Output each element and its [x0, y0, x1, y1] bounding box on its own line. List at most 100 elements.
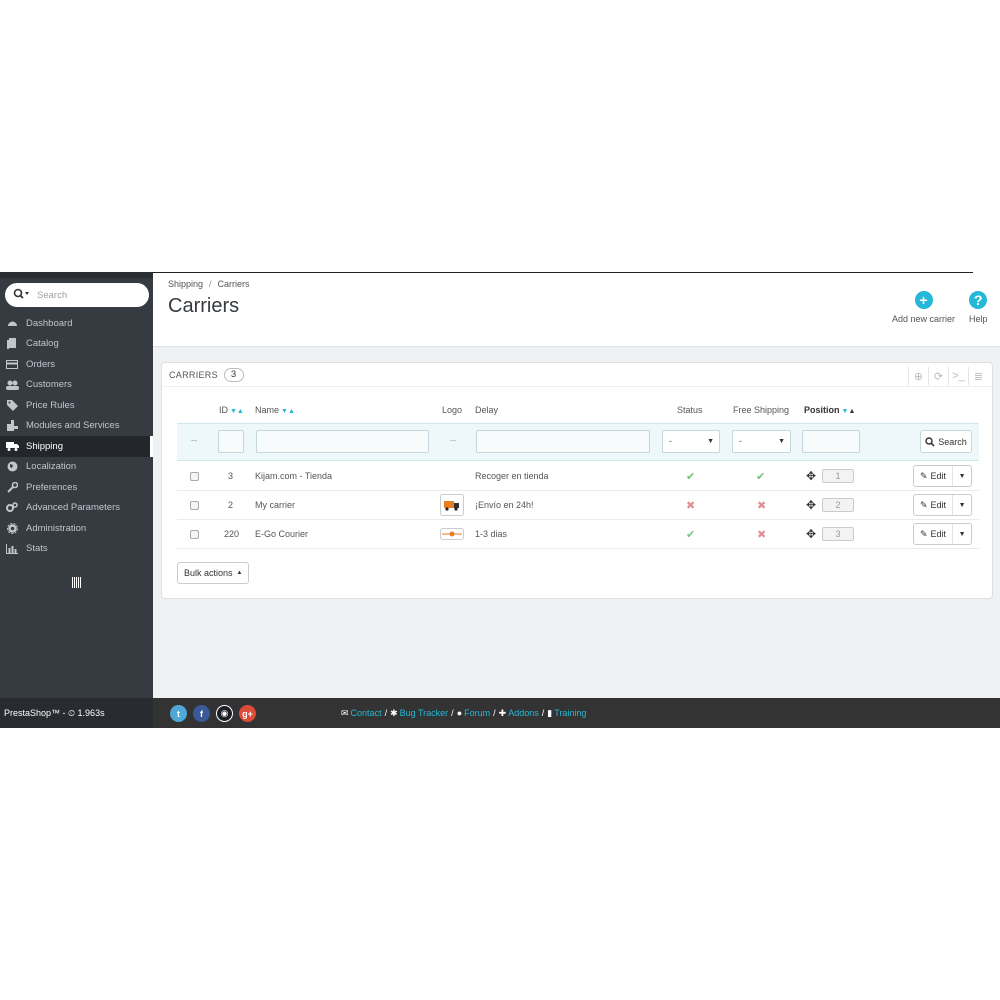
footer-link-contact[interactable]: Contact: [351, 708, 382, 718]
sidebar-item-orders[interactable]: Orders: [0, 354, 153, 375]
sidebar-item-customers[interactable]: Customers: [0, 375, 153, 396]
help-button[interactable]: ? Help: [969, 291, 988, 324]
cell-id: 220: [224, 529, 240, 539]
row-checkbox[interactable]: [190, 529, 199, 539]
footer-link-forum[interactable]: Forum: [464, 708, 490, 718]
preferences-icon: [5, 481, 19, 493]
sidebar-item-preferences[interactable]: Preferences: [0, 477, 153, 498]
terminal-icon[interactable]: >_: [948, 367, 968, 385]
bulk-actions-button[interactable]: Bulk actions ▲: [177, 562, 250, 584]
social-links: t f ◉ g+: [170, 705, 262, 722]
search-button[interactable]: Search: [920, 430, 972, 453]
filter-dash: --: [191, 435, 197, 445]
disabled-x-icon[interactable]: ✖: [686, 499, 695, 512]
cell-delay: ¡Envío en 24h!: [475, 500, 534, 510]
enabled-check-icon[interactable]: ✔: [686, 470, 695, 483]
disabled-x-icon[interactable]: ✖: [757, 499, 766, 512]
help-label: Help: [969, 314, 988, 324]
table-row[interactable]: 3 Kijam.com - Tienda Recoger en tienda ✔…: [177, 462, 979, 491]
github-icon[interactable]: ◉: [216, 705, 233, 722]
sidebar-search[interactable]: Search: [5, 283, 149, 307]
disabled-x-icon[interactable]: ✖: [757, 528, 766, 541]
sidebar-item-label: Modules and Services: [26, 420, 120, 432]
sidebar-item-dashboard[interactable]: Dashboard: [0, 313, 153, 334]
edit-button-group[interactable]: ✎ Edit ▼: [913, 494, 973, 516]
caret-down-icon[interactable]: ▼: [953, 495, 971, 515]
row-checkbox[interactable]: [190, 471, 199, 481]
sidebar-item-price-rules[interactable]: Price Rules: [0, 395, 153, 416]
footer-link-training[interactable]: Training: [554, 708, 586, 718]
filter-status-select[interactable]: - ▼: [662, 430, 720, 453]
catalog-icon: [5, 338, 19, 350]
add-new-carrier-button[interactable]: + Add new carrier: [892, 291, 955, 324]
cell-delay: Recoger en tienda: [475, 471, 549, 481]
twitter-icon[interactable]: t: [170, 705, 187, 722]
edit-button-group[interactable]: ✎ Edit ▼: [913, 523, 973, 545]
sidebar-item-catalog[interactable]: Catalog: [0, 334, 153, 355]
collapse-sidebar-icon[interactable]: [72, 577, 81, 591]
filter-id-input[interactable]: [218, 430, 244, 453]
footer-version: PrestaShop™ - ⏲ 1.963s: [0, 698, 153, 728]
sidebar-item-shipping[interactable]: Shipping: [0, 436, 153, 457]
edit-button[interactable]: ✎ Edit: [914, 495, 954, 515]
breadcrumb-shipping[interactable]: Shipping: [168, 279, 203, 289]
filter-dash: --: [450, 435, 456, 445]
header-status: Status: [677, 405, 703, 415]
row-checkbox[interactable]: [190, 500, 199, 510]
drag-handle-icon[interactable]: ✥: [806, 498, 816, 512]
sidebar-item-administration[interactable]: Administration: [0, 518, 153, 539]
caret-down-icon[interactable]: ▼: [953, 524, 971, 544]
sidebar-item-modules[interactable]: Modules and Services: [0, 416, 153, 437]
filter-free-shipping-select[interactable]: - ▼: [732, 430, 791, 453]
refresh-icon[interactable]: ⟳: [928, 367, 948, 385]
position-value: 1: [822, 469, 855, 483]
price-rules-icon: [5, 399, 19, 411]
edit-button-group[interactable]: ✎ Edit ▼: [913, 465, 973, 487]
shipping-icon: [5, 440, 19, 452]
app-screen: Search Dashboard Catalog Orders Customer…: [0, 272, 1000, 728]
header-free-shipping: Free Shipping: [733, 405, 790, 415]
cell-delay: 1-3 dias: [475, 529, 508, 539]
header-position[interactable]: Position ▼▲: [804, 405, 855, 415]
sort-icon[interactable]: ▼▲: [842, 408, 856, 415]
add-new-carrier-label: Add new carrier: [892, 314, 956, 324]
search-icon[interactable]: [13, 288, 31, 302]
header-id[interactable]: ID ▼▲: [219, 405, 244, 415]
enabled-check-icon[interactable]: ✔: [756, 470, 765, 483]
sidebar-item-localization[interactable]: Localization: [0, 457, 153, 478]
table-row[interactable]: 2 My carrier ¡Envío en 24h! ✖ ✖ ✥ 2 ✎ Edit…: [177, 491, 979, 520]
panel-tools: ⊕ ⟳ >_ ≣: [908, 367, 988, 385]
caret-down-icon: ▼: [707, 438, 714, 445]
edit-button[interactable]: ✎ Edit: [914, 466, 954, 486]
add-icon[interactable]: ⊕: [908, 367, 928, 385]
table-row[interactable]: 220 E-Go Courier 1-3 dias ✔ ✖ ✥ 3 ✎ Edit ▼: [177, 520, 979, 549]
footer-links: ✉ Contact / ✱ Bug Tracker / ● Forum / ✚ Addons /…: [341, 707, 587, 719]
pencil-icon: ✎: [920, 528, 928, 539]
panel-heading: CARRIERS 3: [162, 363, 992, 387]
filter-delay-input[interactable]: [476, 430, 650, 453]
footer-link-bug-tracker[interactable]: Bug Tracker: [400, 708, 449, 718]
edit-button[interactable]: ✎ Edit: [914, 524, 954, 544]
enabled-check-icon[interactable]: ✔: [686, 528, 695, 541]
header-name[interactable]: Name ▼▲: [255, 405, 295, 415]
filter-name-input[interactable]: [256, 430, 429, 453]
localization-icon: [5, 461, 19, 473]
caret-down-icon[interactable]: ▼: [953, 466, 971, 486]
sidebar-item-stats[interactable]: Stats: [0, 539, 153, 560]
sidebar-item-label: Preferences: [26, 481, 78, 493]
sort-icon[interactable]: ▼▲: [281, 408, 295, 415]
sidebar-item-label: Dashboard: [26, 317, 73, 329]
drag-handle-icon[interactable]: ✥: [806, 527, 816, 541]
footer-link-addons[interactable]: Addons: [508, 708, 539, 718]
sidebar-item-advanced-parameters[interactable]: Advanced Parameters: [0, 498, 153, 519]
filter-position-input[interactable]: [802, 430, 860, 453]
sidebar-search-input[interactable]: Search: [37, 290, 67, 301]
database-icon[interactable]: ≣: [968, 367, 988, 385]
facebook-icon[interactable]: f: [193, 705, 210, 722]
panel-title: CARRIERS: [169, 369, 218, 380]
breadcrumb-carriers[interactable]: Carriers: [218, 279, 250, 289]
drag-handle-icon[interactable]: ✥: [806, 469, 816, 483]
google-plus-icon[interactable]: g+: [239, 705, 256, 722]
stats-icon: [5, 543, 19, 555]
sort-icon[interactable]: ▼▲: [230, 408, 244, 415]
